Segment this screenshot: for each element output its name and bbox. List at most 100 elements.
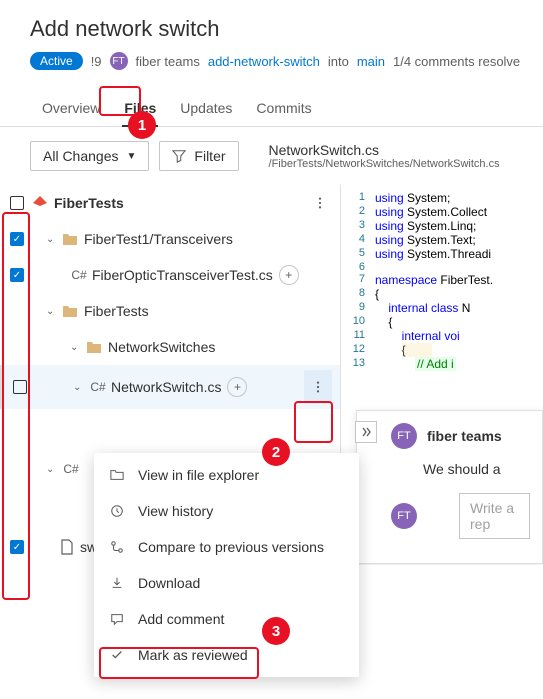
checkbox[interactable]: ✓ <box>10 540 24 554</box>
code-line: 7namespace FiberTest. <box>341 273 543 287</box>
folder-icon <box>86 340 102 354</box>
tab-commits[interactable]: Commits <box>244 92 323 126</box>
check-icon <box>110 648 126 662</box>
page-title: Add network switch <box>30 16 523 42</box>
code-line: 11 internal voi <box>341 329 543 343</box>
current-file-path: /FiberTests/NetworkSwitches/NetworkSwitc… <box>269 158 500 170</box>
meta-row: Active !9 FT fiber teams add-network-swi… <box>30 52 523 70</box>
more-button[interactable] <box>308 188 332 218</box>
tab-files[interactable]: Files <box>112 92 168 126</box>
checkbox[interactable] <box>10 196 24 210</box>
menu-label: Mark as reviewed <box>138 647 248 663</box>
comment-icon <box>110 612 126 626</box>
document-icon <box>60 539 74 555</box>
code-line: 6 <box>341 261 543 273</box>
menu-view-history[interactable]: View history <box>94 493 359 529</box>
csharp-icon: C# <box>62 462 80 476</box>
status-badge: Active <box>30 52 83 70</box>
code-line: 3using System.Linq; <box>341 219 543 233</box>
filter-button[interactable]: Filter <box>159 141 238 171</box>
chevron-down-icon[interactable]: ⌄ <box>46 464 56 475</box>
code-line: 8{ <box>341 287 543 301</box>
history-icon <box>110 504 126 518</box>
toolbar: All Changes ▼ Filter NetworkSwitch.cs /F… <box>0 127 543 185</box>
tab-bar: Overview Files Updates Commits <box>0 80 543 127</box>
tree-label: FiberTest1/Transceivers <box>84 231 233 247</box>
menu-mark-reviewed[interactable]: Mark as reviewed <box>94 637 359 673</box>
filter-label: Filter <box>194 148 225 164</box>
tree-file[interactable]: ✓ C# FiberOpticTransceiverTest.cs + <box>0 257 340 293</box>
menu-download[interactable]: Download <box>94 565 359 601</box>
more-button[interactable] <box>304 370 332 404</box>
code-line: 4using System.Text; <box>341 233 543 247</box>
avatar: FT <box>391 423 417 449</box>
folder-open-icon <box>110 468 126 482</box>
avatar: FT <box>391 503 417 529</box>
csharp-icon: C# <box>70 268 88 282</box>
team-name: fiber teams <box>136 54 200 69</box>
more-vertical-icon <box>311 380 325 394</box>
code-area[interactable]: 1using System;2using System.Collect3usin… <box>341 185 543 377</box>
issue-count: !9 <box>91 54 102 69</box>
all-changes-label: All Changes <box>43 148 119 164</box>
tree-label: NetworkSwitch.cs <box>111 379 221 395</box>
code-line: 1using System; <box>341 191 543 205</box>
menu-label: Add comment <box>138 611 224 627</box>
tree-label: FiberTests <box>54 195 124 211</box>
checkbox[interactable]: ✓ <box>10 268 24 282</box>
tree-label: FiberOpticTransceiverTest.cs <box>92 267 273 283</box>
menu-label: Compare to previous versions <box>138 539 324 555</box>
menu-compare[interactable]: Compare to previous versions <box>94 529 359 565</box>
tree-folder[interactable]: ⌄ FiberTests <box>0 293 340 329</box>
folder-icon <box>62 304 78 318</box>
comment-panel: FT fiber teams We should a FT Write a re… <box>356 410 543 564</box>
avatar: FT <box>110 52 128 70</box>
menu-view-explorer[interactable]: View in file explorer <box>94 457 359 493</box>
add-button[interactable]: + <box>279 265 299 285</box>
filter-icon <box>172 149 186 163</box>
chevron-double-icon <box>361 427 371 437</box>
folder-icon <box>62 232 78 246</box>
chevron-down-icon[interactable]: ⌄ <box>70 342 80 353</box>
code-line: 10 { <box>341 315 543 329</box>
comment-body: We should a <box>423 461 530 477</box>
csharp-icon: C# <box>89 380 107 394</box>
menu-label: View in file explorer <box>138 467 259 483</box>
source-branch-link[interactable]: add-network-switch <box>208 54 320 69</box>
tab-updates[interactable]: Updates <box>168 92 244 126</box>
tree-folder[interactable]: ⌄ NetworkSwitches <box>0 329 340 365</box>
download-icon <box>110 576 126 590</box>
tab-overview[interactable]: Overview <box>30 92 112 126</box>
into-text: into <box>328 54 349 69</box>
collapse-button[interactable] <box>355 421 377 443</box>
menu-add-comment[interactable]: Add comment <box>94 601 359 637</box>
chevron-down-icon[interactable]: ⌄ <box>46 234 56 245</box>
all-changes-dropdown[interactable]: All Changes ▼ <box>30 141 149 171</box>
tree-file-selected[interactable]: ⌄ C# NetworkSwitch.cs + <box>0 365 340 409</box>
compare-icon <box>110 540 126 554</box>
code-line: 12 { <box>341 343 543 357</box>
comment-author: fiber teams <box>427 428 502 444</box>
code-line: 5using System.Threadi <box>341 247 543 261</box>
code-line: 2using System.Collect <box>341 205 543 219</box>
more-vertical-icon <box>313 196 327 210</box>
menu-label: View history <box>138 503 213 519</box>
add-button[interactable]: + <box>227 377 247 397</box>
repo-icon <box>32 195 48 211</box>
comments-status: 1/4 comments resolve <box>393 54 520 69</box>
code-line: 13 // Add i <box>341 357 543 371</box>
menu-label: Download <box>138 575 200 591</box>
target-branch-link[interactable]: main <box>357 54 385 69</box>
reply-input[interactable]: Write a rep <box>459 493 530 539</box>
context-menu: View in file explorer View history Compa… <box>94 453 359 677</box>
tree-label: NetworkSwitches <box>108 339 215 355</box>
checkbox[interactable]: ✓ <box>10 232 24 246</box>
chevron-down-icon: ▼ <box>127 151 137 162</box>
tree-label: FiberTests <box>84 303 149 319</box>
code-line: 9 internal class N <box>341 301 543 315</box>
chevron-down-icon[interactable]: ⌄ <box>73 382 83 393</box>
tree-root[interactable]: FiberTests <box>0 185 340 221</box>
checkbox[interactable] <box>13 380 27 394</box>
chevron-down-icon[interactable]: ⌄ <box>46 306 56 317</box>
tree-folder[interactable]: ✓ ⌄ FiberTest1/Transceivers <box>0 221 340 257</box>
